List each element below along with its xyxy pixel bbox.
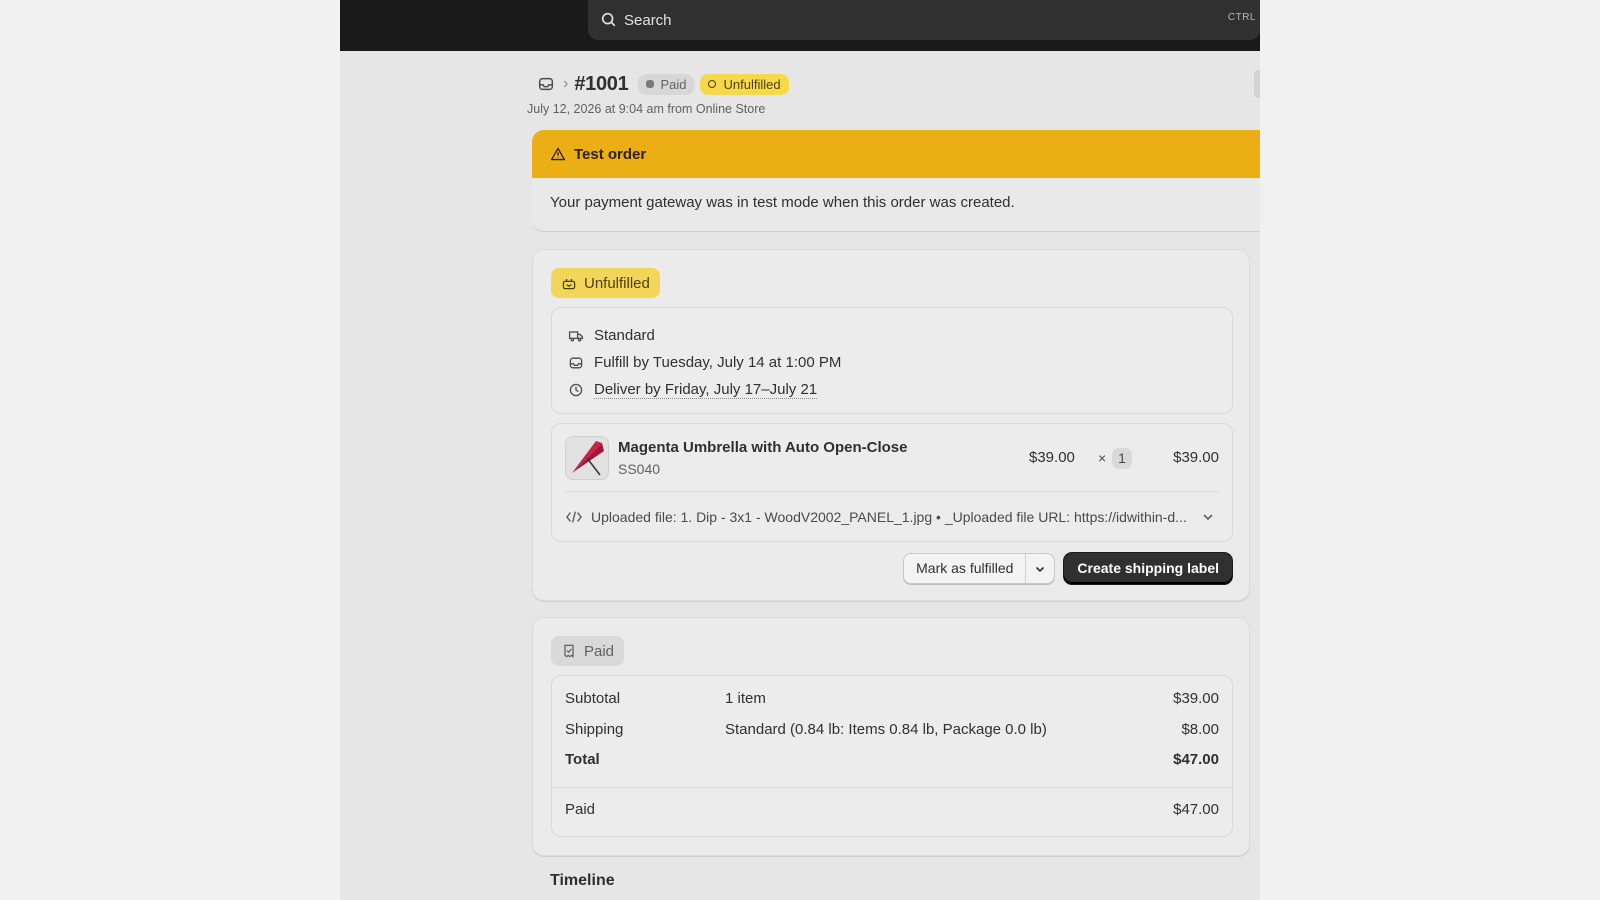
umbrella-image (566, 437, 608, 479)
payment-status-badge: Paid (638, 73, 695, 95)
order-number: #1001 (574, 72, 629, 95)
unfulfilled-status-pill: Unfulfilled (551, 268, 660, 298)
line-total: $39.00 (1173, 449, 1219, 466)
times-sign: × (1098, 450, 1107, 466)
top-bar: Search CTRL (340, 0, 1260, 51)
search-bar[interactable]: Search CTRL (588, 0, 1260, 40)
timeline-heading: Timeline (550, 872, 615, 889)
orders-inbox-icon[interactable] (537, 75, 555, 93)
mark-as-fulfilled-button[interactable]: Mark as fulfilled (904, 554, 1025, 583)
chevron-down-icon[interactable] (1201, 510, 1215, 524)
quantity-badge: 1 (1112, 448, 1132, 469)
order-subtitle: July 12, 2026 at 9:04 am from Online Sto… (527, 102, 766, 116)
clock-icon (569, 383, 583, 396)
order-header: › #1001 Paid Unfulfilled July 12, 2026 a… (527, 72, 795, 116)
delivery-details: Standard Fulfill by Tuesday, July 14 at … (551, 307, 1233, 414)
payment-card: Paid Subtotal 1 item $39.00 Shipping Sta… (532, 617, 1250, 856)
fulfillment-card: Unfulfilled Standard Fulfill by Tuesday,… (532, 249, 1250, 601)
chevron-down-icon (1036, 566, 1045, 572)
truck-icon (568, 330, 584, 341)
receipt-check-icon (564, 644, 574, 658)
line-item: Magenta Umbrella with Auto Open-Close SS… (551, 423, 1233, 542)
search-icon (601, 12, 616, 27)
unit-price: $39.00 (1029, 449, 1075, 466)
banner-message: Your payment gateway was in test mode wh… (550, 194, 1015, 211)
code-icon (565, 511, 583, 523)
unfulfilled-ring-icon (708, 80, 717, 88)
more-actions-button[interactable] (1254, 70, 1260, 98)
admin-frame: Search CTRL › #1001 Paid Unfulfilled Jul… (340, 0, 1260, 900)
product-thumbnail[interactable] (565, 436, 609, 480)
shipping-method-row: Standard (552, 322, 1232, 349)
deliver-by-row: Deliver by Friday, July 17–July 21 (552, 376, 1232, 403)
product-title-link[interactable]: Magenta Umbrella with Auto Open-Close (618, 439, 907, 456)
search-placeholder: Search (624, 11, 672, 29)
fulfillment-actions: Mark as fulfilled Create shipping label (903, 553, 1232, 584)
line-item-properties[interactable]: Uploaded file: 1. Dip - 3x1 - WoodV2002_… (565, 509, 1215, 525)
warning-icon (550, 147, 566, 161)
paid-status-pill: Paid (551, 636, 625, 666)
create-shipping-label-button[interactable]: Create shipping label (1064, 553, 1232, 584)
paid-dot-icon (646, 80, 655, 88)
fulfill-by-row: Fulfill by Tuesday, July 14 at 1:00 PM (552, 349, 1232, 376)
line-item-property-text: Uploaded file: 1. Dip - 3x1 - WoodV2002_… (591, 509, 1187, 525)
line-item-divider (565, 491, 1219, 492)
test-order-banner: Test order Your payment gateway was in t… (532, 130, 1260, 231)
mark-as-fulfilled-dropdown[interactable] (1025, 554, 1054, 583)
payment-summary: Subtotal 1 item $39.00 Shipping Standard… (551, 675, 1233, 837)
summary-divider (552, 787, 1232, 788)
package-icon (562, 279, 576, 290)
inbox-icon (569, 357, 583, 368)
breadcrumb-chevron-icon: › (563, 75, 569, 92)
fulfillment-status-badge: Unfulfilled (700, 73, 789, 95)
banner-title: Test order (574, 145, 647, 163)
product-sku: SS040 (618, 461, 661, 477)
search-shortcut: CTRL (1227, 12, 1256, 23)
mark-as-fulfilled-split-button: Mark as fulfilled (903, 553, 1056, 584)
